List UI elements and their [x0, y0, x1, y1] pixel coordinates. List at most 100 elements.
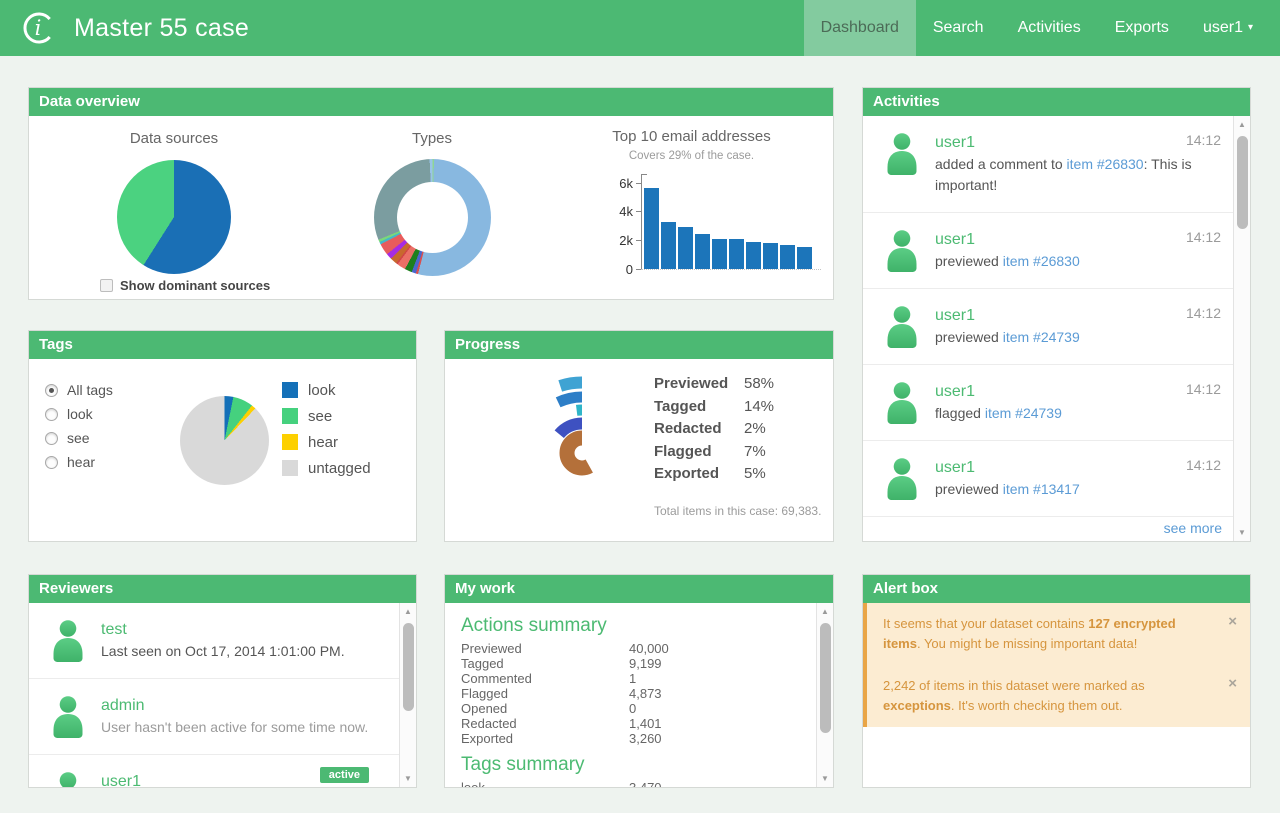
tag-filter-radio[interactable]: see [45, 426, 113, 450]
tag-filter-radio[interactable]: hear [45, 450, 113, 474]
bar [661, 222, 676, 269]
navbar: i Master 55 case DashboardSearchActiviti… [0, 0, 1280, 56]
activity-list: user1 added a comment to item #26830: Th… [863, 116, 1233, 517]
summary-row: look 3,470 [461, 780, 799, 787]
alert-message: 2,242 of items in this dataset were mark… [863, 665, 1250, 727]
reviewer-status-text: Last seen on Oct 17, 2014 1:01:00 PM. [101, 641, 369, 662]
radio-icon[interactable] [45, 384, 58, 397]
show-dominant-sources-checkbox[interactable]: Show dominant sources [100, 278, 270, 293]
reviewer-name[interactable]: admin [101, 695, 389, 717]
chevron-down-icon: ▾ [1248, 22, 1253, 33]
alert-close-icon[interactable]: × [1228, 612, 1237, 632]
user-avatar-icon [883, 456, 921, 500]
app-logo-icon[interactable]: i [20, 9, 58, 47]
legend-swatch [282, 382, 298, 398]
bar [729, 239, 744, 269]
nav-item-dashboard[interactable]: Dashboard [804, 0, 916, 56]
section-heading: Tags summary [461, 754, 799, 776]
bar [763, 243, 778, 269]
nav-user-menu[interactable]: user1▾ [1186, 0, 1270, 56]
scrollbar[interactable]: ▲ ▼ [399, 603, 416, 787]
activity-text: previewed item #13417 [935, 479, 1203, 500]
bar [780, 245, 795, 269]
user-avatar-icon [883, 380, 921, 424]
reviewer-item: user1 active [29, 755, 399, 787]
y-tick [636, 269, 641, 270]
scroll-up-icon[interactable]: ▲ [1234, 120, 1250, 129]
alert-close-icon[interactable]: × [1228, 674, 1237, 694]
scroll-down-icon[interactable]: ▼ [1234, 528, 1250, 537]
scroll-down-icon[interactable]: ▼ [400, 774, 416, 783]
y-tick [636, 211, 641, 212]
scroll-up-icon[interactable]: ▲ [817, 607, 833, 616]
types-donut-chart [374, 159, 491, 276]
activity-username[interactable]: user1 [935, 229, 1223, 251]
summary-row: Previewed 40,000 [461, 641, 799, 656]
activity-item-link[interactable]: item #13417 [1003, 481, 1080, 497]
activity-username[interactable]: user1 [935, 132, 1223, 154]
activity-timestamp: 14:12 [1186, 457, 1221, 473]
bar [695, 234, 710, 269]
activity-username[interactable]: user1 [935, 381, 1223, 403]
reviewer-item: test Last seen on Oct 17, 2014 1:01:00 P… [29, 603, 399, 679]
nav-item-activities[interactable]: Activities [1001, 0, 1098, 56]
scrollbar-thumb[interactable] [1237, 136, 1248, 229]
activity-timestamp: 14:12 [1186, 229, 1221, 245]
activity-item: user1 previewed item #24739 14:12 [863, 289, 1233, 365]
scroll-down-icon[interactable]: ▼ [817, 774, 833, 783]
tag-filter-radio[interactable]: look [45, 402, 113, 426]
panel-title: Progress [445, 331, 833, 359]
progress-stat-row: Tagged14% [654, 398, 774, 421]
data-sources-chart-title: Data sources [84, 130, 264, 147]
activity-username[interactable]: user1 [935, 305, 1223, 327]
types-chart-title: Types [362, 130, 502, 147]
activity-item: user1 flagged item #24739 14:12 [863, 365, 1233, 441]
activity-item-link[interactable]: item #24739 [985, 405, 1062, 421]
activity-item-link[interactable]: item #24739 [1003, 329, 1080, 345]
summary-row: Tagged 9,199 [461, 656, 799, 671]
tag-filter-radio[interactable]: All tags [45, 378, 113, 402]
summary-row: Commented 1 [461, 671, 799, 686]
legend-swatch [282, 434, 298, 450]
y-tick [636, 183, 641, 184]
radio-icon[interactable] [45, 456, 58, 469]
legend-swatch [282, 408, 298, 424]
section-heading: Actions summary [461, 615, 799, 637]
reviewer-item: admin User hasn't been active for some t… [29, 679, 399, 755]
checkbox-icon[interactable] [100, 279, 113, 292]
activity-item-link[interactable]: item #26830 [1067, 156, 1144, 172]
data-sources-pie-chart [117, 160, 231, 274]
scroll-up-icon[interactable]: ▲ [400, 607, 416, 616]
activity-text: previewed item #24739 [935, 327, 1203, 348]
top-emails-chart-title: Top 10 email addresses [589, 128, 794, 145]
legend-item: hear [282, 429, 371, 455]
my-work-content: Actions summary Previewed 40,000 Tagged … [461, 607, 799, 787]
panel-title: Tags [29, 331, 416, 359]
radio-icon[interactable] [45, 432, 58, 445]
checkbox-label: Show dominant sources [120, 278, 270, 293]
activity-username[interactable]: user1 [935, 457, 1223, 479]
y-tick-label: 4k [577, 204, 633, 219]
user-avatar-icon [883, 228, 921, 272]
user-avatar-icon [49, 694, 87, 738]
activity-item-link[interactable]: item #26830 [1003, 253, 1080, 269]
panel-title: Reviewers [29, 575, 416, 603]
scrollbar[interactable]: ▲ ▼ [1233, 116, 1250, 541]
scrollbar-thumb[interactable] [820, 623, 831, 733]
activity-item: user1 added a comment to item #26830: Th… [863, 116, 1233, 213]
bar [644, 188, 659, 269]
activity-timestamp: 14:12 [1186, 381, 1221, 397]
nav-item-exports[interactable]: Exports [1098, 0, 1186, 56]
scrollbar[interactable]: ▲ ▼ [816, 603, 833, 787]
see-more-link[interactable]: see more [1164, 520, 1222, 536]
nav-item-search[interactable]: Search [916, 0, 1001, 56]
activity-item: user1 previewed item #13417 14:12 [863, 441, 1233, 517]
panel-title: Activities [863, 88, 1250, 116]
radio-icon[interactable] [45, 408, 58, 421]
user-avatar-icon [49, 618, 87, 662]
top-emails-bar-chart: 6k4k2k0 [577, 173, 822, 270]
scrollbar-thumb[interactable] [403, 623, 414, 711]
panel-my-work: My work Actions summary Previewed 40,000… [444, 574, 834, 788]
reviewer-name[interactable]: test [101, 619, 389, 641]
my-work-section: Actions summary Previewed 40,000 Tagged … [461, 615, 799, 746]
